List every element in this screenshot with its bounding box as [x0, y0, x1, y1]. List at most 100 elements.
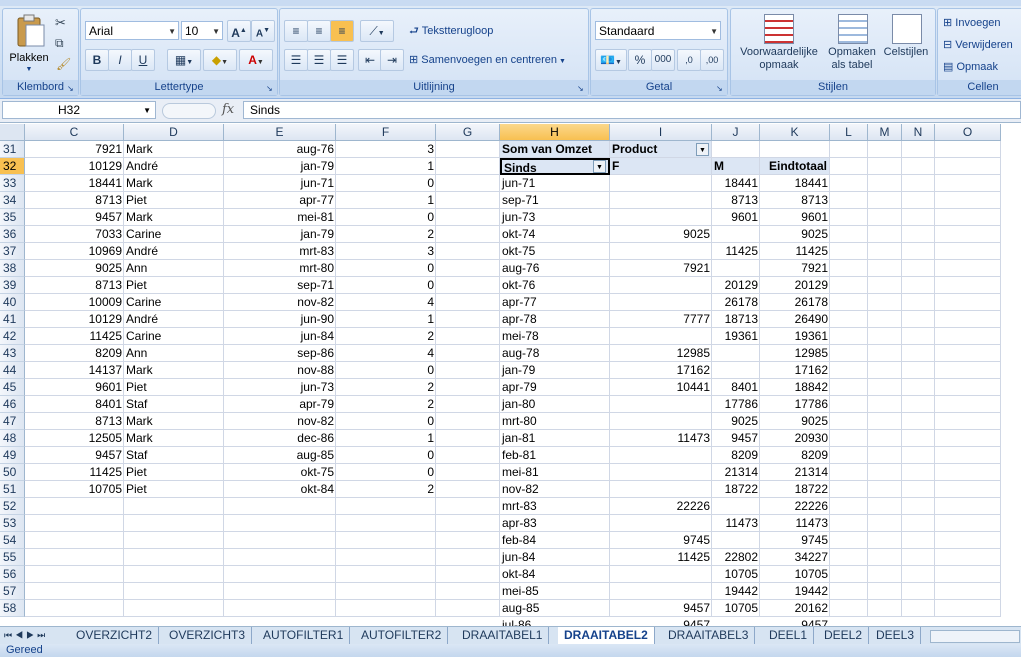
column-header-h[interactable]: H [500, 124, 610, 141]
row-header-48[interactable]: 48 [0, 430, 25, 447]
pivot-value-total[interactable]: 11473 [760, 515, 830, 532]
borders-button[interactable]: ▦▼ [167, 49, 201, 71]
row-header-56[interactable]: 56 [0, 566, 25, 583]
number-format-select[interactable]: Standaard ▼ [595, 21, 721, 40]
table-cell[interactable] [830, 379, 868, 396]
pivot-data-field[interactable]: Som van Omzet [500, 141, 610, 158]
table-cell[interactable] [830, 430, 868, 447]
source-date-cell[interactable]: okt-84 [224, 481, 336, 498]
font-size-select[interactable]: 10 ▼ [181, 21, 223, 40]
table-cell[interactable] [436, 175, 500, 192]
source-count-cell[interactable]: 1 [336, 311, 436, 328]
table-cell[interactable] [830, 328, 868, 345]
font-color-button[interactable]: A▼ [239, 49, 273, 71]
table-cell[interactable] [868, 158, 902, 175]
table-cell[interactable] [902, 600, 935, 617]
table-cell[interactable] [868, 481, 902, 498]
table-cell[interactable] [830, 141, 868, 158]
chevron-down-icon[interactable]: ▼ [143, 102, 151, 119]
table-cell[interactable] [830, 481, 868, 498]
table-cell[interactable] [902, 277, 935, 294]
table-cell[interactable] [436, 498, 500, 515]
row-header-32[interactable]: 32 [0, 158, 25, 175]
source-date-cell[interactable]: jun-73 [224, 379, 336, 396]
pivot-value-m[interactable]: 9025 [712, 413, 760, 430]
table-cell[interactable] [830, 464, 868, 481]
source-date-cell[interactable]: mrt-80 [224, 260, 336, 277]
table-cell[interactable] [935, 328, 1001, 345]
pivot-value-m[interactable] [712, 345, 760, 362]
source-count-cell[interactable]: 3 [336, 243, 436, 260]
table-cell[interactable] [224, 549, 336, 566]
table-cell[interactable] [830, 243, 868, 260]
table-cell[interactable] [935, 379, 1001, 396]
pivot-row-label[interactable]: okt-76 [500, 277, 610, 294]
source-date-cell[interactable]: nov-82 [224, 413, 336, 430]
pivot-value-f[interactable] [610, 481, 712, 498]
table-cell[interactable] [436, 277, 500, 294]
table-cell[interactable] [830, 362, 868, 379]
source-date-cell[interactable]: okt-75 [224, 464, 336, 481]
column-header-e[interactable]: E [224, 124, 336, 141]
copy-icon[interactable]: ⧉ [55, 36, 64, 51]
table-cell[interactable] [830, 396, 868, 413]
source-name-cell[interactable]: Mark [124, 362, 224, 379]
table-cell[interactable] [224, 566, 336, 583]
table-cell[interactable] [436, 294, 500, 311]
table-cell[interactable] [830, 226, 868, 243]
column-header-i[interactable]: I [610, 124, 712, 141]
pivot-value-m[interactable] [712, 532, 760, 549]
source-count-cell[interactable]: 0 [336, 175, 436, 192]
pivot-value-m[interactable]: 26178 [712, 294, 760, 311]
table-cell[interactable] [830, 311, 868, 328]
row-header-35[interactable]: 35 [0, 209, 25, 226]
table-cell[interactable] [436, 566, 500, 583]
table-cell[interactable] [830, 277, 868, 294]
source-date-cell[interactable]: sep-86 [224, 345, 336, 362]
table-cell[interactable] [436, 515, 500, 532]
source-name-cell[interactable]: Piet [124, 192, 224, 209]
source-count-cell[interactable]: 0 [336, 209, 436, 226]
row-header-38[interactable]: 38 [0, 260, 25, 277]
sheet-tab[interactable]: OVERZICHT3 [163, 627, 253, 644]
pivot-row-label[interactable]: okt-75 [500, 243, 610, 260]
table-cell[interactable] [336, 600, 436, 617]
row-header-46[interactable]: 46 [0, 396, 25, 413]
pivot-row-label[interactable]: mei-78 [500, 328, 610, 345]
table-cell[interactable] [935, 583, 1001, 600]
table-cell[interactable] [868, 175, 902, 192]
source-date-cell[interactable]: aug-85 [224, 447, 336, 464]
sheet-tab[interactable]: OVERZICHT2 [70, 627, 160, 644]
pivot-col-header-m[interactable]: M [712, 158, 760, 175]
table-cell[interactable] [436, 583, 500, 600]
source-name-cell[interactable]: Mark [124, 430, 224, 447]
font-name-select[interactable]: Arial ▼ [85, 21, 179, 40]
table-cell[interactable] [935, 311, 1001, 328]
shrink-font-button[interactable]: A▼ [251, 20, 275, 42]
pivot-value-total[interactable]: 20162 [760, 600, 830, 617]
table-cell[interactable] [902, 175, 935, 192]
pivot-value-total[interactable]: 18842 [760, 379, 830, 396]
table-cell[interactable] [224, 515, 336, 532]
column-header-o[interactable]: O [935, 124, 1001, 141]
source-date-cell[interactable]: jun-71 [224, 175, 336, 192]
pivot-value-f[interactable]: 22226 [610, 498, 712, 515]
pivot-row-label[interactable]: mei-85 [500, 583, 610, 600]
source-date-cell[interactable]: sep-71 [224, 277, 336, 294]
pivot-value-m[interactable]: 9457 [712, 430, 760, 447]
pivot-value-total[interactable]: 9025 [760, 226, 830, 243]
bold-button[interactable]: B [85, 49, 109, 71]
table-cell[interactable] [224, 532, 336, 549]
row-header-52[interactable]: 52 [0, 498, 25, 515]
align-left-button[interactable]: ☰ [284, 49, 308, 71]
table-cell[interactable] [868, 413, 902, 430]
pivot-value-total[interactable]: 10705 [760, 566, 830, 583]
cut-icon[interactable]: ✂ [55, 15, 66, 31]
table-cell[interactable] [830, 549, 868, 566]
table-cell[interactable] [902, 141, 935, 158]
sheet-tab[interactable]: DEEL2 [818, 627, 870, 644]
table-cell[interactable] [868, 345, 902, 362]
pivot-value-m[interactable]: 8713 [712, 192, 760, 209]
table-cell[interactable] [124, 566, 224, 583]
source-omzet-cell[interactable]: 9457 [25, 209, 124, 226]
